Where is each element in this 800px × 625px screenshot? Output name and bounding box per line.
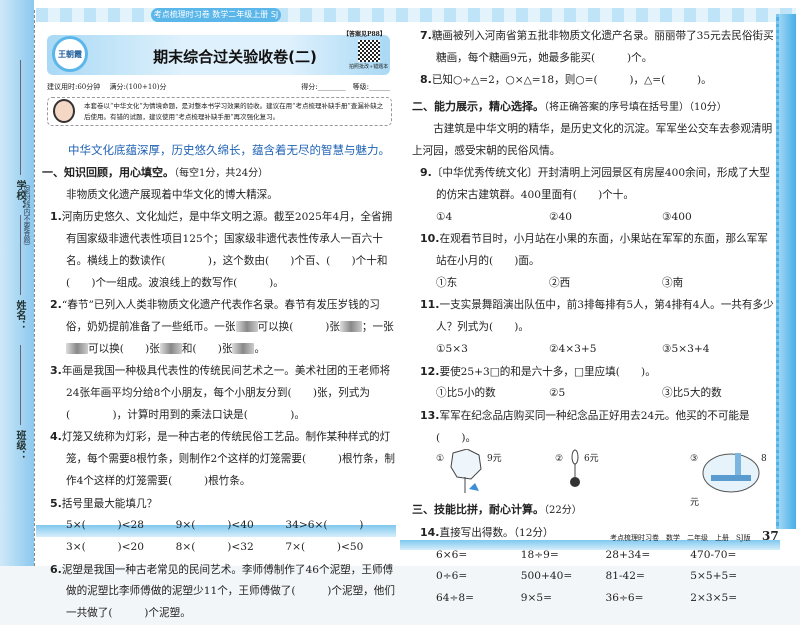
banknote-icon	[232, 343, 255, 355]
right-column: 7.糖画被列入河南省第五批非物质文化遗产名录。丽丽带了35元去民俗街买糖画，每个…	[412, 25, 775, 610]
section-2-heading: 二、能力展示，精心选择。（将正确答案的序号填在括号里）（10分）	[412, 100, 727, 114]
q13-options: ① 9元 ② 6元 ③ 8元	[420, 448, 775, 508]
question-13: 13.军军在纪念品店购买同一种纪念品正好用去24元。他买的不可能是( )。	[420, 408, 750, 444]
q14-row: 0÷6= 500+40= 81-42= 5×5+5=	[436, 570, 738, 583]
footer-text: 考点梳理时习卷 数学 二年级 上册 SJ版	[610, 534, 751, 542]
left-column: 一、知识回顾，用心填空。（每空1分，共24分） 非物质文化遗产展现着中华文化的博…	[42, 152, 395, 625]
girl-avatar-icon	[53, 99, 75, 123]
brand-logo: 王朝霞	[52, 36, 88, 72]
section-1-heading: 一、知识回顾，用心填空。（每空1分，共24分）	[42, 166, 269, 179]
question-6: 6.泥塑是我国一种古老常见的民间艺术。李师傅制作了46个泥塑，王师傅做的泥塑比李…	[50, 562, 395, 620]
banknote-icon	[66, 343, 88, 355]
pagoda-magnet-icon	[702, 453, 760, 493]
question-9: 9.〔中华优秀传统文化〕开封清明上河园景区有房屋400余间，形成了大型的仿宋古建…	[420, 166, 770, 201]
qr-caption: 拍照批改+错题本	[349, 64, 389, 70]
question-8: 8.已知○÷△=2，○×△=18，则○=( )，△=( )。	[420, 73, 712, 87]
right-wave-border	[776, 14, 796, 529]
q9-options: ①4 ②40 ③400	[436, 210, 692, 223]
seal-line	[34, 10, 35, 566]
question-3: 3.年画是我国一种极具代表性的传统民间艺术之一。美术社团的王老师将24张年画平均…	[50, 364, 391, 421]
score-field[interactable]: 得分:________	[301, 83, 345, 91]
question-11: 11.一支实景舞蹈演出队伍中，前3排每排有5人，第4排有4人。一共有多少人？列式…	[420, 298, 774, 334]
top-band: 考点梳理时习卷 数学二年级上册 SJ版	[36, 8, 796, 33]
page-number: 37	[762, 529, 779, 543]
qr-code-icon[interactable]	[358, 40, 380, 62]
time-suggestion: 建议用时:60分钟	[47, 83, 101, 91]
fan-icon	[450, 448, 482, 494]
banknote-icon	[159, 343, 182, 355]
class-label: 班级：	[14, 430, 25, 460]
section-1-intro: 非物质文化遗产展现着中华文化的博大精深。	[66, 188, 278, 201]
exam-meta: 建议用时:60分钟 满分:(100+10)分 得分:________ 等级:__…	[47, 82, 390, 92]
series-tag: 考点梳理时习卷 数学二年级上册 SJ版	[151, 8, 281, 33]
q5-row: 3×( )<20 8×( )<32 7×( )<50	[66, 540, 364, 553]
banknote-icon	[339, 321, 362, 333]
name-label: 姓名：	[14, 300, 25, 330]
q12-options: ①比5小的数 ②5 ③比5大的数	[436, 387, 722, 400]
section-2-intro: 古建筑是中华文明的精华，是历史文化的沉淀。军军坐公交车去参观清明上河园，感受宋朝…	[412, 122, 773, 157]
option-magnet: ③ 8元	[690, 449, 775, 515]
question-2: 2.“春节”已列入人类非物质文化遗产代表作名录。春节有发压岁钱的习俗，奶奶提前准…	[50, 298, 394, 355]
instruction-note: 本套卷以“中华文化”为情境命题，是对整本书学习效果的验收。建议在用“考点梳理补缺…	[47, 97, 392, 126]
question-1: 1.河南历史悠久、文化灿烂，是中华文明之源。截至2025年4月，全省拥有国家级非…	[50, 210, 393, 289]
q11-options: ①5×3 ②4×3+5 ③5×3+4	[436, 342, 710, 355]
page-title: 期末综合过关验收卷(二)	[153, 48, 317, 66]
question-4: 4.灯笼又统称为灯彩，是一种古老的传统民俗工艺品。制作某种样式的灯笼，每个需要8…	[50, 430, 395, 487]
option-keychain: ② 6元	[555, 449, 599, 493]
question-10: 10.在观看节目时，小月站在小果的东面，小果站在军军的东面，那么军军站在小月的(…	[420, 232, 768, 268]
question-5: 5.括号里最大能填几？	[50, 496, 158, 510]
question-12: 12.要使25+3□的和是六十多，□里应填( )。	[420, 364, 656, 378]
exam-page: 学校： 姓名： 班级： （密封线内不要答题） 考点梳理时习卷 数学二年级上册 S…	[0, 0, 800, 619]
q14-row: 6×6= 18÷9= 28+34= 470-70=	[436, 548, 737, 561]
answer-reference: 【答案见P88】	[343, 31, 386, 38]
q5-row: 5×( )<28 9×( )<40 34>6×( )	[66, 519, 364, 532]
binding-strip: 学校： 姓名： 班级：	[0, 0, 34, 566]
grade-field[interactable]: 等级:______	[353, 83, 390, 91]
option-fan: ① 9元	[436, 448, 502, 494]
q10-options: ①东 ②西 ③南	[436, 276, 684, 289]
full-score: 满分:(100+10)分	[109, 83, 167, 91]
seal-note: （密封线内不要答题）	[23, 180, 31, 250]
question-7: 7.糖画被列入河南省第五批非物质文化遗产名录。丽丽带了35元去民俗街买糖画，每个…	[420, 29, 774, 64]
q14-row: 64÷8= 9×5= 36÷6= 2×3×5=	[436, 592, 738, 605]
banknote-icon	[235, 321, 258, 333]
keychain-icon	[569, 449, 580, 488]
